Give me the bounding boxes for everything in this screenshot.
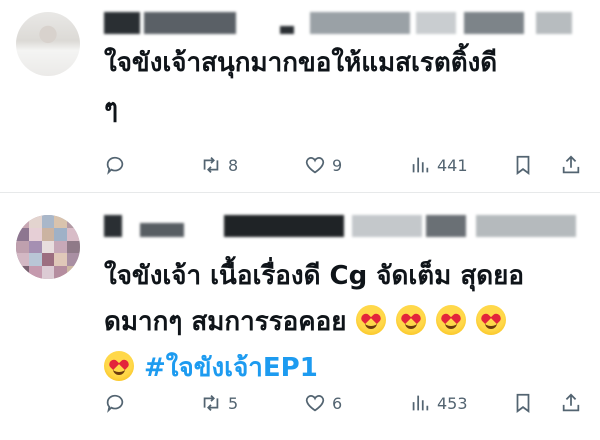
view-count: 453 xyxy=(437,393,468,413)
heart-eyes-emoji xyxy=(395,305,426,335)
tweet[interactable]: ใจขังเจ้าสนุกมากขอให้แมสเรตติ้งดี ๆ 8 9 … xyxy=(0,0,600,193)
tweet-actions: 5 6 453 xyxy=(104,391,584,415)
like-count: 6 xyxy=(332,393,343,413)
like-count: 9 xyxy=(332,155,343,175)
bookmark-icon xyxy=(516,155,530,175)
bookmark-icon xyxy=(516,393,530,413)
hashtag-link[interactable]: #ใจขังเจ้าEP1 xyxy=(144,353,318,383)
tweet-text-line: ใจขังเจ้า เนื้อเรื่องดี Cg จัดเต็ม สุดยอ xyxy=(104,261,524,291)
share-icon xyxy=(562,393,580,412)
tweet-text: ใจขังเจ้าสนุกมากขอให้แมสเรตติ้งดี ๆ xyxy=(104,40,580,132)
views-button[interactable]: 441 xyxy=(409,154,468,176)
like-icon xyxy=(305,395,325,412)
like-button[interactable]: 9 xyxy=(304,154,342,176)
heart-eyes-emoji xyxy=(475,305,506,335)
tweet-text-line: ๆ xyxy=(104,94,118,124)
views-icon xyxy=(412,395,429,411)
tweet[interactable]: ใจขังเจ้า เนื้อเรื่องดี Cg จัดเต็ม สุดยอ… xyxy=(0,193,600,440)
retweet-count: 5 xyxy=(228,393,239,413)
tweet-text-line: ใจขังเจ้าสนุกมากขอให้แมสเรตติ้งดี xyxy=(104,48,498,78)
views-icon xyxy=(412,157,429,173)
share-icon xyxy=(562,155,580,174)
bookmark-button[interactable] xyxy=(512,154,534,176)
views-button[interactable]: 453 xyxy=(409,392,468,414)
like-icon xyxy=(305,157,325,174)
tweet-text: ใจขังเจ้า เนื้อเรื่องดี Cg จัดเต็ม สุดยอ… xyxy=(104,253,580,391)
avatar[interactable] xyxy=(16,12,80,76)
avatar[interactable] xyxy=(16,215,80,279)
retweet-button[interactable]: 8 xyxy=(200,154,238,176)
share-button[interactable] xyxy=(560,392,582,414)
bookmark-button[interactable] xyxy=(512,392,534,414)
retweet-count: 8 xyxy=(228,155,239,175)
retweet-icon xyxy=(203,157,219,173)
tweet-actions: 8 9 441 xyxy=(104,153,584,177)
reply-icon xyxy=(106,156,124,175)
share-button[interactable] xyxy=(560,154,582,176)
retweet-icon xyxy=(203,395,219,411)
heart-eyes-emoji xyxy=(104,351,134,381)
view-count: 441 xyxy=(437,155,468,175)
reply-button[interactable] xyxy=(104,392,126,414)
like-button[interactable]: 6 xyxy=(304,392,342,414)
tweet-text-line: ดมากๆ สมการรอคอย xyxy=(104,307,347,337)
heart-eyes-emoji xyxy=(355,305,386,335)
retweet-button[interactable]: 5 xyxy=(200,392,238,414)
heart-eyes-emoji xyxy=(435,305,466,335)
reply-icon xyxy=(106,394,124,413)
reply-button[interactable] xyxy=(104,154,126,176)
